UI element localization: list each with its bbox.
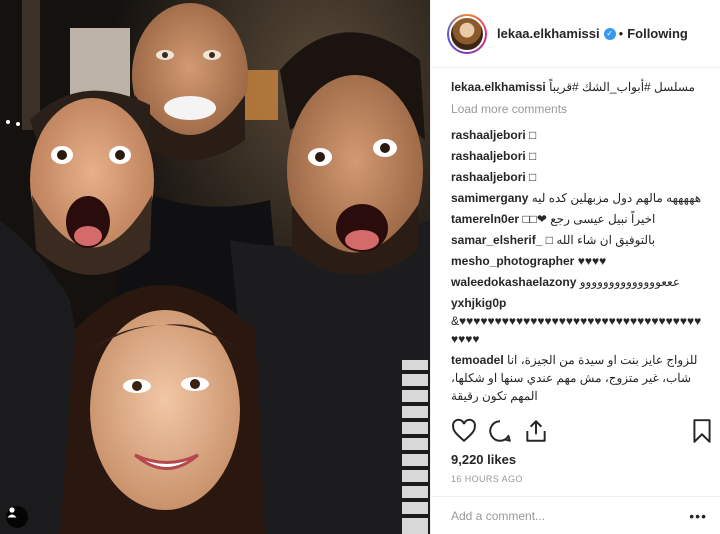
comment-username[interactable]: rashaaljebori [451, 128, 526, 142]
comment-text: هههههه مالهم دول مزبهلين كده ليه [531, 191, 702, 205]
comment-item: tamereln0er اخيراً نبيل عيسى رجع ❤□□ [451, 210, 707, 228]
likes-count[interactable]: 9,220 likes [451, 452, 516, 467]
post-photo[interactable] [0, 0, 430, 534]
comment-username[interactable]: rashaaljebori [451, 170, 526, 184]
comment-text: □ [529, 128, 537, 142]
comment-item: yxhjkig0p &♥♥♥♥♥♥♥♥♥♥♥♥♥♥♥♥♥♥♥♥♥♥♥♥♥♥♥♥♥… [451, 294, 707, 348]
post-actions [451, 418, 713, 446]
comment-username[interactable]: samimergany [451, 191, 528, 205]
comment-item: rashaaljebori □ [451, 168, 707, 186]
comments-list[interactable]: lekaa.elkhamissi مسلسل #أبواب_الشك #قريب… [431, 68, 720, 410]
comment-username[interactable]: waleedokashaelazony [451, 275, 576, 289]
comment-text: □ [529, 149, 537, 163]
comment-username[interactable]: mesho_photographer [451, 254, 574, 268]
comment-username[interactable]: samar_elsherif_ [451, 233, 542, 247]
post-header: lekaa.elkhamissi ✓ • Following [431, 0, 720, 68]
comment-item: rashaaljebori □ [451, 147, 707, 165]
following-button[interactable]: Following [627, 26, 688, 41]
comment-text: عععوووووووووووووو [579, 275, 681, 289]
caption-username[interactable]: lekaa.elkhamissi [451, 80, 546, 94]
comment-item: rashaaljebori □ [451, 126, 707, 144]
comment-icon[interactable] [487, 418, 513, 444]
user-tag-icon[interactable] [6, 506, 28, 528]
comment-username[interactable]: tamereln0er [451, 212, 519, 226]
instagram-post-modal: lekaa.elkhamissi ✓ • Following lekaa.elk… [0, 0, 720, 534]
bookmark-icon[interactable] [689, 418, 715, 444]
comment-item: temoadel للزواج عايز بنت او سيدة من الجي… [451, 351, 707, 405]
comment-username[interactable]: yxhjkig0p [451, 296, 506, 310]
comment-item: samar_elsherif_ بالتوفيق ان شاء الله □ [451, 231, 707, 249]
post-timestamp[interactable]: 16 HOURS AGO [451, 474, 523, 484]
share-icon[interactable] [523, 418, 549, 444]
comment-item: waleedokashaelazony عععوووووووووووووو [451, 273, 707, 291]
header-username[interactable]: lekaa.elkhamissi [497, 26, 600, 41]
load-more-comments-button[interactable]: Load more comments [451, 100, 707, 118]
comment-item: mesho_photographer ♥♥♥♥ [451, 252, 707, 270]
comment-username[interactable]: rashaaljebori [451, 149, 526, 163]
caption: lekaa.elkhamissi مسلسل #أبواب_الشك #قريب… [451, 78, 707, 96]
verified-badge-icon: ✓ [603, 27, 616, 40]
separator-dot: • [618, 26, 624, 41]
comment-username[interactable]: temoadel [451, 353, 504, 367]
comment-text: □ [529, 170, 537, 184]
add-comment-bar: ••• [431, 496, 720, 534]
comment-text: اخيراً نبيل عيسى رجع ❤□□ [522, 212, 656, 226]
heart-icon[interactable] [451, 418, 477, 444]
avatar[interactable] [447, 13, 487, 54]
caption-text: مسلسل #أبواب_الشك #قريباً [549, 80, 695, 94]
add-comment-input[interactable] [451, 508, 671, 523]
post-side-panel: lekaa.elkhamissi ✓ • Following lekaa.elk… [430, 0, 720, 534]
comment-item: samimergany هههههه مالهم دول مزبهلين كده… [451, 189, 707, 207]
comment-text: ♥♥♥♥ [577, 254, 607, 268]
comment-text: &♥♥♥♥♥♥♥♥♥♥♥♥♥♥♥♥♥♥♥♥♥♥♥♥♥♥♥♥♥♥♥♥♥♥♥♥♥♥ [451, 314, 702, 346]
comment-text: بالتوفيق ان شاء الله □ [545, 233, 656, 247]
selfie-image [0, 0, 430, 534]
more-options-button[interactable]: ••• [689, 508, 707, 524]
